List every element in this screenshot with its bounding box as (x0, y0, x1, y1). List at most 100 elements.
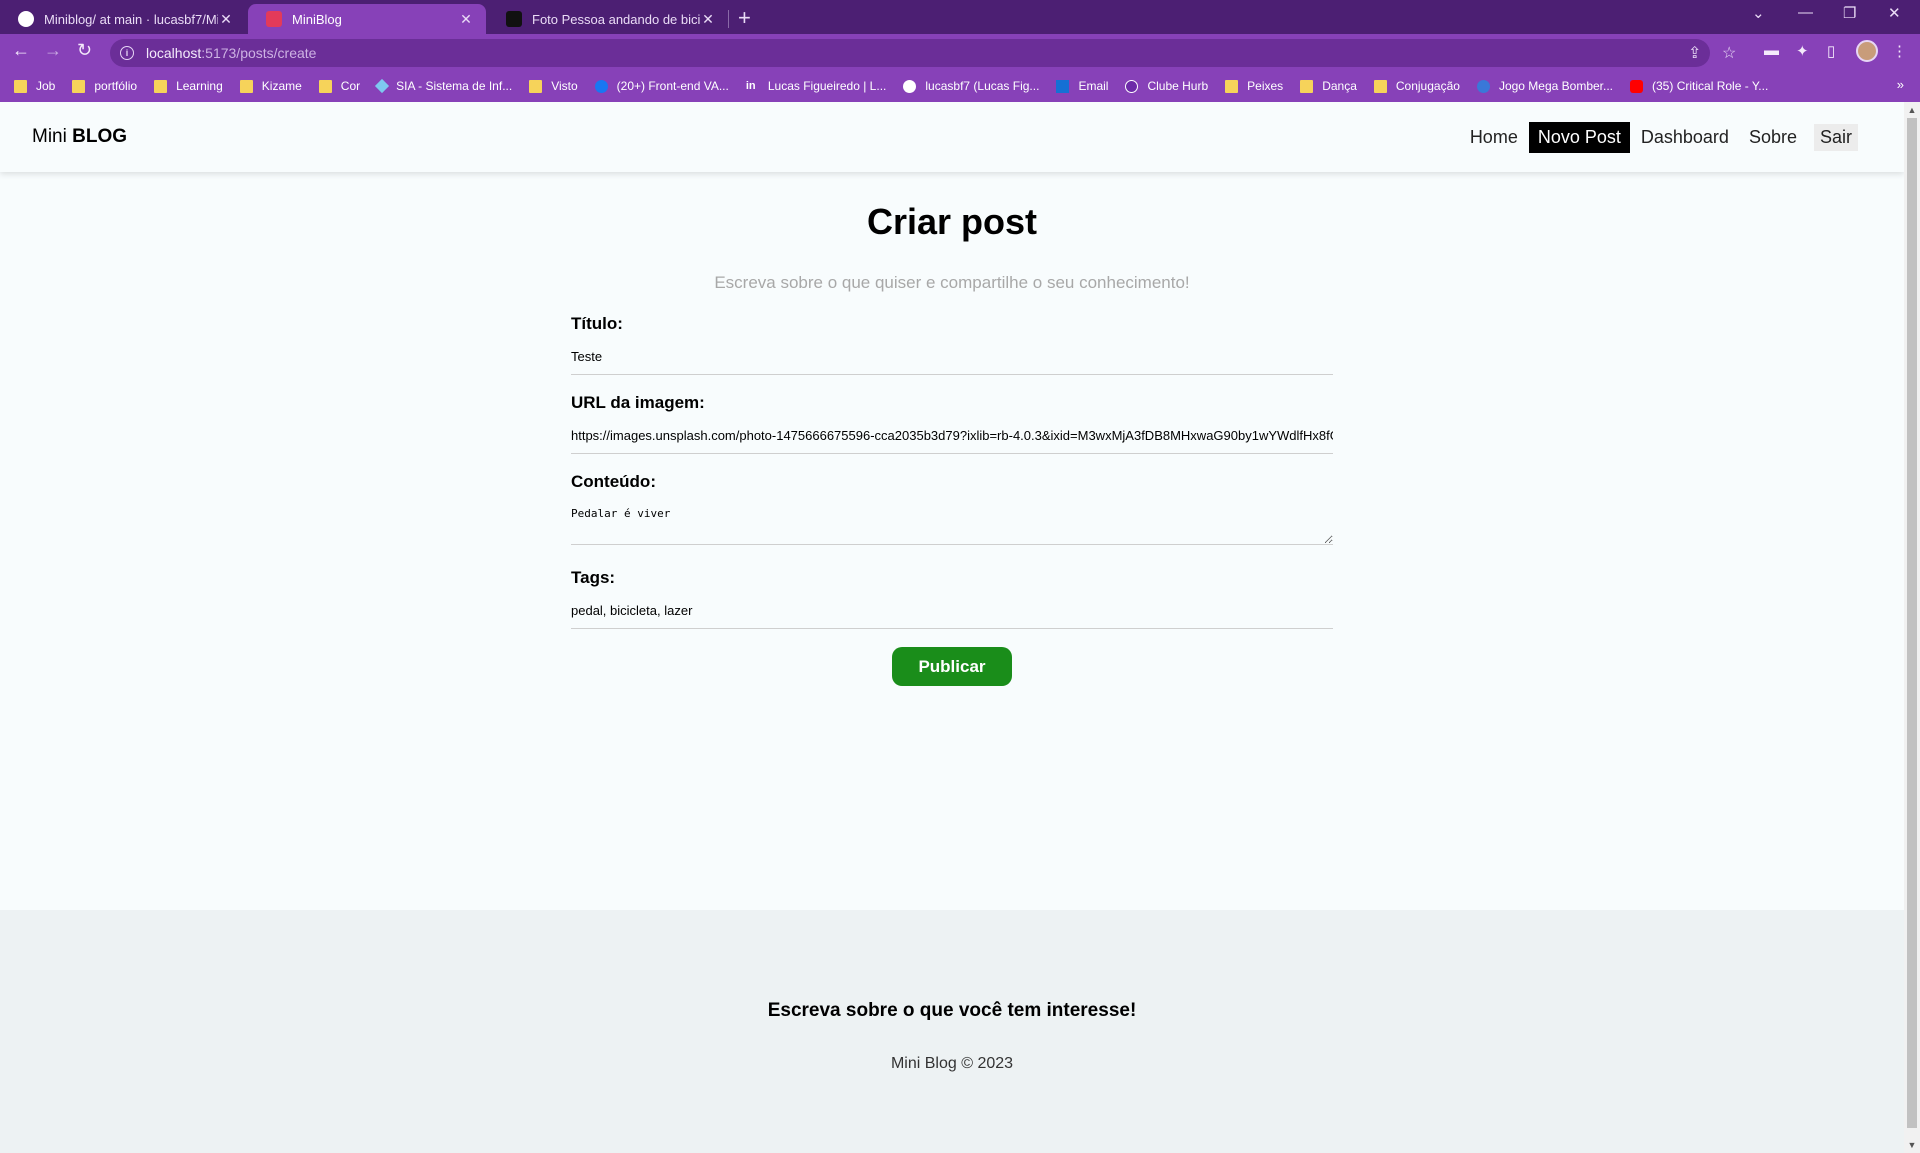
bookmark-item[interactable]: Visto (529, 79, 578, 93)
bookmark-item[interactable]: (35) Critical Role - Y... (1630, 79, 1768, 93)
new-tab-icon[interactable]: + (738, 5, 751, 31)
bookmark-item[interactable]: Email (1056, 79, 1108, 93)
close-icon[interactable]: ✕ (458, 11, 474, 28)
image-url-input[interactable] (571, 424, 1333, 454)
bookmark-item[interactable]: Learning (154, 79, 223, 93)
side-panel-icon[interactable]: ▯ (1827, 42, 1835, 60)
bookmark-item[interactable]: SIA - Sistema de Inf... (375, 78, 512, 94)
bookmark-label: (20+) Front-end VA... (616, 79, 729, 93)
browser-tab[interactable]: Miniblog/ at main · lucasbf7/Mini ✕ (0, 4, 246, 34)
bookmark-item[interactable]: Conjugação (1373, 79, 1460, 93)
bookmark-label: Dança (1322, 79, 1357, 93)
reload-icon[interactable]: ↻ (77, 40, 92, 61)
folder-icon (239, 79, 253, 93)
close-icon[interactable]: ✕ (700, 11, 716, 28)
browser-toolbar: ← → ↻ i localhost:5173/posts/create ⇪ ☆ … (0, 34, 1920, 70)
share-icon[interactable]: ⇪ (1688, 43, 1701, 63)
profile-avatar[interactable] (1856, 40, 1878, 62)
site-navbar: Mini BLOG Home Novo Post Dashboard Sobre… (0, 102, 1904, 172)
title-label: Título: (571, 314, 623, 333)
browser-tab-strip: Miniblog/ at main · lucasbf7/Mini ✕ Mini… (0, 0, 1920, 34)
sia-icon (375, 78, 390, 94)
bookmark-label: Conjugação (1395, 79, 1460, 93)
content-textarea[interactable]: Pedalar é viver (571, 503, 1333, 545)
scroll-up-icon[interactable]: ▲ (1904, 105, 1920, 115)
bookmark-label: Learning (176, 79, 223, 93)
address-url: localhost:5173/posts/create (146, 45, 317, 61)
extensions-puzzle-icon[interactable]: ✦ (1796, 42, 1809, 60)
li-icon: in (745, 79, 756, 92)
close-window-icon[interactable]: ✕ (1888, 4, 1901, 22)
content-field-group: Conteúdo: Pedalar é viver (571, 472, 1333, 550)
unsplash-icon (506, 11, 522, 27)
close-icon[interactable]: ✕ (218, 11, 234, 28)
tags-label: Tags: (571, 568, 616, 587)
forward-icon[interactable]: → (44, 40, 62, 61)
bookmark-label: Jogo Mega Bomber... (1498, 79, 1614, 93)
tab-title: Foto Pessoa andando de bicicleta (532, 11, 700, 27)
footer-copyright: Mini Blog © 2023 (890, 1055, 1014, 1072)
bookmark-star-icon[interactable]: ☆ (1722, 43, 1736, 63)
nav-new-post[interactable]: Novo Post (1528, 121, 1630, 153)
minimize-icon[interactable]: — (1798, 4, 1813, 21)
github-icon (18, 11, 34, 27)
bookmark-item[interactable]: Cor (318, 79, 361, 93)
folder-icon (14, 79, 27, 93)
bookmark-item[interactable]: Jogo Mega Bomber... (1476, 79, 1614, 93)
create-post-section: Criar post Escreva sobre o que quiser e … (571, 201, 1333, 686)
fb-icon (594, 79, 608, 93)
bookmark-label: Kizame (261, 79, 302, 93)
title-field-group: Título: (571, 314, 1333, 375)
bookmark-item[interactable]: Peixes (1225, 79, 1283, 93)
nav-dashboard[interactable]: Dashboard (1632, 122, 1738, 153)
scrollbar-thumb[interactable] (1907, 118, 1917, 1128)
bookmark-label: (35) Critical Role - Y... (1652, 79, 1769, 93)
tags-field-group: Tags: (571, 568, 1333, 629)
bookmarks-overflow-icon[interactable]: » (1897, 77, 1904, 92)
tags-input[interactable] (571, 599, 1333, 629)
bookmark-label: Visto (551, 79, 578, 93)
back-icon[interactable]: ← (12, 40, 30, 61)
address-bar[interactable]: i localhost:5173/posts/create ⇪ ☆ (110, 39, 1736, 67)
extension-icon[interactable]: ▬ (1764, 42, 1779, 59)
nav-about[interactable]: Sobre (1740, 122, 1806, 153)
bookmark-item[interactable]: Job (14, 79, 55, 93)
folder-icon (1300, 79, 1314, 93)
nav-home[interactable]: Home (1461, 122, 1527, 153)
title-input[interactable] (571, 345, 1333, 375)
page-scrollbar[interactable]: ▲ ▼ (1904, 102, 1920, 1153)
bookmark-item[interactable]: Clube Hurb (1125, 79, 1208, 93)
content-label: Conteúdo: (571, 472, 656, 491)
page-subtitle: Escreva sobre o que quiser e compartilhe… (714, 273, 1190, 292)
folder-icon (529, 79, 543, 93)
menu-kebab-icon[interactable]: ⋮ (1892, 42, 1907, 60)
jmb-icon (1476, 79, 1490, 93)
bookmark-item[interactable]: lucasbf7 (Lucas Fig... (903, 79, 1039, 93)
publish-button[interactable]: Publicar (892, 647, 1012, 686)
folder-icon (72, 79, 86, 93)
bookmark-item[interactable]: portfólio (72, 79, 137, 93)
bookmark-label: Cor (340, 79, 361, 93)
restore-icon[interactable]: ❐ (1843, 4, 1856, 22)
scroll-down-icon[interactable]: ▼ (1904, 1140, 1920, 1150)
site-info-icon[interactable]: i (120, 46, 134, 60)
image-url-label: URL da imagem: (571, 393, 705, 412)
logout-button[interactable]: Sair (1813, 123, 1858, 151)
bookmark-item[interactable]: in Lucas Figueiredo | L... (746, 79, 887, 93)
tab-search-icon[interactable]: ⌄ (1752, 4, 1765, 22)
bookmarks-bar: Job portfólio Learning Kizame Cor SIA - Siste… (0, 70, 1920, 102)
bookmark-item[interactable]: Dança (1300, 79, 1357, 93)
footer-headline: Escreva sobre o que você tem interesse! (767, 1000, 1137, 1021)
bookmark-label: portfólio (94, 79, 138, 93)
bookmark-label: Job (36, 79, 56, 93)
page-viewport: Mini BLOG Home Novo Post Dashboard Sobre… (0, 102, 1904, 1153)
tab-title: MiniBlog (292, 11, 342, 27)
bookmark-item[interactable]: Kizame (239, 79, 302, 93)
site-brand[interactable]: Mini BLOG (32, 126, 127, 148)
tab-divider (728, 10, 729, 28)
browser-tab-active[interactable]: MiniBlog ✕ (248, 4, 486, 34)
folder-icon (1373, 79, 1387, 93)
browser-tab[interactable]: Foto Pessoa andando de bicicleta ✕ (488, 4, 728, 34)
bookmark-item[interactable]: (20+) Front-end VA... (594, 79, 729, 93)
ol-icon (1056, 79, 1070, 93)
